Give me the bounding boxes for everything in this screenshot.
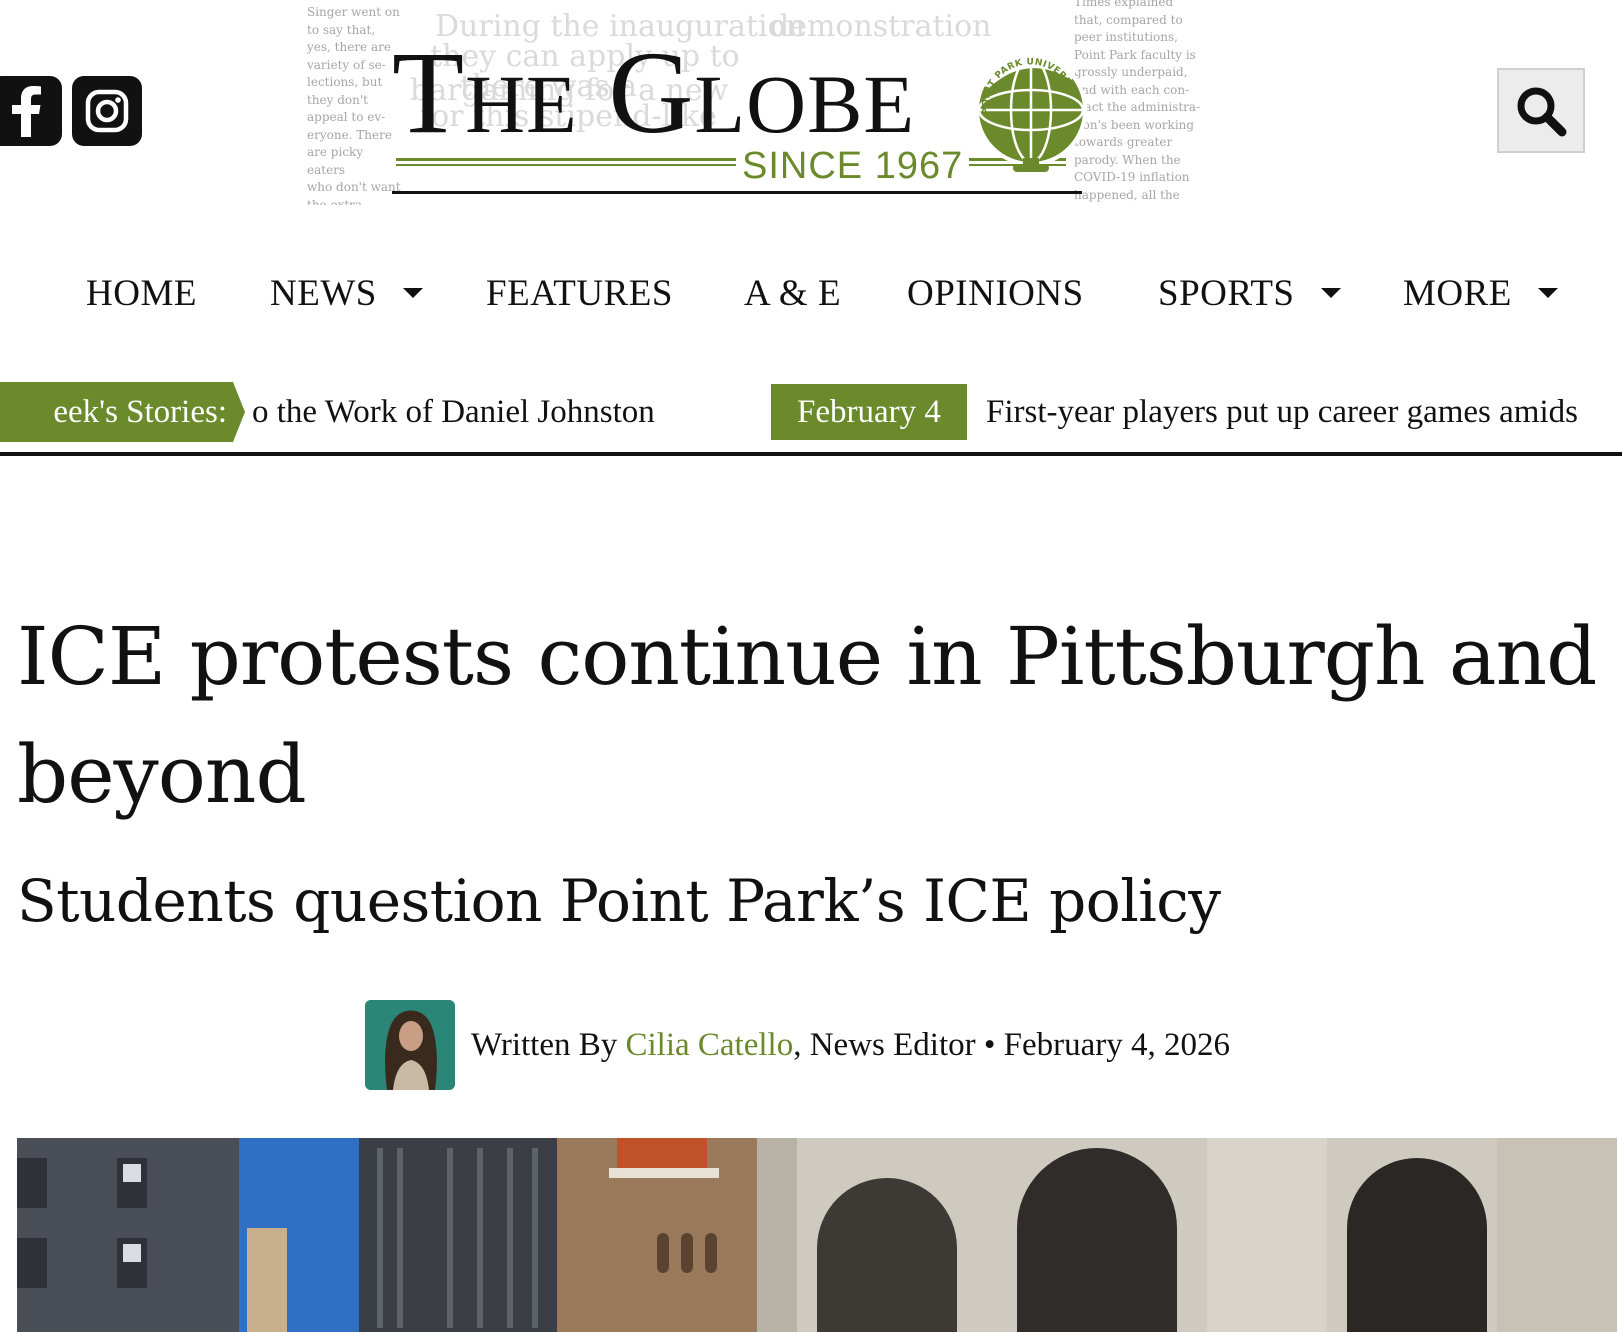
ticker-story-link[interactable]: o the Work of Daniel Johnston (252, 382, 655, 442)
masthead-logo[interactable]: Singer went on to say that, yes, there a… (300, 0, 1210, 205)
clipping-line: lections, but (307, 75, 383, 89)
masthead-underline (392, 191, 1082, 194)
ticker-label: eek's Stories: (0, 382, 245, 442)
search-icon (1517, 87, 1567, 136)
facebook-icon (12, 86, 41, 137)
byline-text: Written By Cilia Catello, News Editor • … (471, 1027, 1230, 1064)
clipping-line: eryone. There (307, 127, 392, 142)
facebook-link[interactable] (0, 76, 62, 146)
byline-separator: • (975, 1026, 1004, 1063)
clipping-line: yes, there are (307, 40, 391, 54)
masthead-background-clipping-left: Singer went on to say that, yes, there a… (307, 4, 402, 205)
site-header: Singer went on to say that, yes, there a… (0, 0, 1622, 230)
nav-item-features[interactable]: FEATURES (486, 268, 673, 318)
nav-item-label: OPINIONS (907, 272, 1084, 314)
nav-item-ae[interactable]: A & E (744, 268, 841, 318)
nav-item-label: FEATURES (486, 272, 673, 314)
byline-prefix: Written By (471, 1026, 626, 1063)
ticker-label-text: eek's Stories: (53, 394, 227, 430)
nav-item-opinions[interactable]: OPINIONS (907, 268, 1084, 318)
masthead-since: SINCE 1967 (736, 146, 970, 186)
clipping-line: Times explained (1074, 0, 1174, 9)
author-portrait (365, 1000, 455, 1090)
clipping-line: who don't want (307, 180, 401, 194)
article-subheadline: Students question Point Park’s ICE polic… (17, 867, 1221, 935)
nav-item-more[interactable]: MORE (1403, 268, 1558, 318)
article-headline: ICE protests continue in Pittsburgh and … (17, 610, 1597, 821)
instagram-icon (85, 89, 129, 133)
byline: Written By Cilia Catello, News Editor • … (365, 1000, 1230, 1090)
clipping-line: they don't (307, 92, 369, 107)
nav-item-label: NEWS (270, 272, 377, 314)
search-button[interactable] (1497, 68, 1585, 153)
nav-item-label: HOME (86, 272, 197, 314)
nav-item-news[interactable]: NEWS (270, 268, 423, 318)
author-link[interactable]: Cilia Catello (625, 1027, 793, 1063)
ticker-story-link[interactable]: First-year players put up career games a… (986, 382, 1578, 442)
clipping-line: Singer went on (307, 5, 400, 19)
clipping-line: to say that, (307, 22, 376, 37)
author-avatar[interactable] (365, 1000, 455, 1090)
featured-photo[interactable] (17, 1138, 1617, 1332)
clipping-line: variety of se- (307, 57, 386, 72)
instagram-link[interactable] (72, 76, 142, 146)
nav-item-label: A & E (744, 272, 842, 314)
masthead-title: The Globe (392, 27, 916, 158)
publish-date: February 4, 2026 (1003, 1026, 1231, 1063)
globe-seal-icon: POINT PARK UNIVERSITY (965, 44, 1087, 172)
photo-city-buildings (17, 1138, 1617, 1332)
main-nav: HOME NEWS FEATURES A & E OPINIONS SPORTS… (0, 258, 1622, 328)
ticker-divider (0, 452, 1622, 456)
nav-item-sports[interactable]: SPORTS (1158, 268, 1341, 318)
clipping-line: the extra sauces (307, 197, 363, 206)
caret-down-icon (1537, 288, 1558, 298)
ticker-date-badge: February 4 (771, 384, 967, 440)
clipping-line: happened, all the (1074, 187, 1180, 202)
clipping-line: that, compared to (1074, 12, 1183, 27)
nav-item-label: SPORTS (1158, 272, 1295, 314)
caret-down-icon (402, 288, 423, 298)
nav-item-label: MORE (1403, 272, 1512, 314)
stories-ticker: eek's Stories: o the Work of Daniel John… (0, 382, 1622, 456)
clipping-line: are picky eaters (307, 145, 364, 177)
nav-item-home[interactable]: HOME (86, 268, 197, 318)
clipping-line: appeal to ev- (307, 110, 386, 124)
caret-down-icon (1320, 288, 1341, 298)
author-role: , News Editor (793, 1026, 976, 1063)
